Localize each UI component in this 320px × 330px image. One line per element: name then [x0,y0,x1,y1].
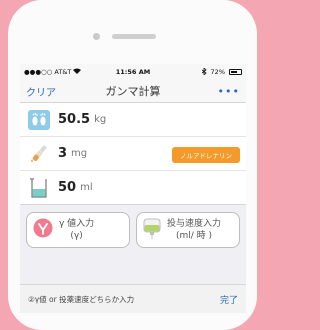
rate-button-sublabel: (ml/ 時 ) [175,231,213,241]
input-panel: 50.5 kg 3 mg ノルアドレナリン 50 ml [20,103,246,205]
beaker-icon [26,175,52,201]
camera-dot [93,33,100,40]
mode-buttons: γ 値入力 (γ) 投与速度入力 (ml/ 時 ) [20,205,246,255]
status-bar: ●●●○○ AT&T 11:56 AM 72% [20,64,246,80]
dose-value: 3 [58,146,68,161]
footprint-icon [26,107,52,133]
gamma-button-label: γ 値入力 [59,219,95,229]
iv-bag-icon [143,217,161,243]
drug-badge[interactable]: ノルアドレナリン [172,147,240,163]
instruction-text: ②γ値 or 投薬速度どちらか入力 [28,295,135,304]
weight-unit: kg [94,114,107,125]
done-button[interactable]: 完了 [220,293,238,306]
weight-row[interactable]: 50.5 kg [20,103,246,137]
volume-row[interactable]: 50 ml [20,171,246,204]
more-button[interactable]: ••• [218,85,240,98]
dose-unit: mg [71,148,88,159]
bottom-bar: ②γ値 or 投薬速度どちらか入力 完了 [20,284,246,313]
ampoule-icon [26,141,52,167]
gamma-button-sublabel: (γ) [70,231,83,241]
rate-input-button[interactable]: 投与速度入力 (ml/ 時 ) [136,212,240,248]
navigation-bar: クリア ガンマ計算 ••• [20,80,246,103]
volume-value: 50 [58,180,77,195]
clear-button[interactable]: クリア [26,84,56,99]
app-screen: ●●●○○ AT&T 11:56 AM 72% クリア ガンマ計算 ••• 50… [20,64,246,313]
weight-value: 50.5 [58,112,91,127]
speaker-slot [112,34,156,39]
gamma-input-button[interactable]: γ 値入力 (γ) [26,212,130,248]
volume-unit: ml [80,182,93,193]
dose-row[interactable]: 3 mg ノルアドレナリン [20,137,246,171]
bluetooth-icon [201,66,207,77]
battery-icon [229,69,242,75]
rate-button-label: 投与速度入力 [167,219,222,229]
battery-percent: 72% [210,68,225,76]
gamma-icon [33,218,53,242]
